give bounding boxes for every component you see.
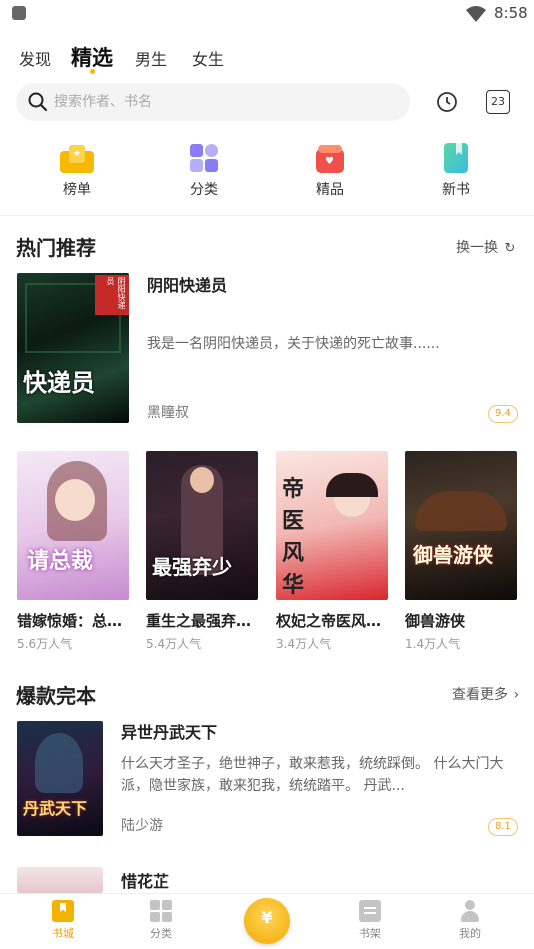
featured-book-score: 9.4 xyxy=(488,405,518,423)
grid-book-cover[interactable]: 请总裁 xyxy=(17,451,129,600)
top-tabs: 发现 精选 男生 女生 xyxy=(0,42,534,78)
bottom-tab-bookstore[interactable]: 书城 xyxy=(33,900,93,941)
grid-book-popularity: 3.4万人气 xyxy=(276,637,332,651)
bookstore-icon xyxy=(52,900,74,922)
wifi-icon xyxy=(466,6,486,22)
ranking-icon: ★ xyxy=(60,143,94,173)
chevron-right-icon: › xyxy=(513,687,520,703)
complete-book-cover[interactable] xyxy=(17,867,103,893)
complete-book-title[interactable]: 异世丹武天下 xyxy=(121,719,217,743)
grid-book-title[interactable]: 重生之最强弃… xyxy=(146,610,258,631)
refresh-button[interactable]: 换一换 ↻ xyxy=(456,237,515,257)
complete-book-cover[interactable]: 丹武天下 xyxy=(17,721,103,836)
grid-book-cover[interactable]: 御兽游侠 xyxy=(405,451,517,600)
complete-book-score: 8.1 xyxy=(488,818,518,836)
shortcut-category[interactable]: 分类 xyxy=(164,143,244,199)
grid-book-title[interactable]: 御兽游侠 xyxy=(405,610,517,631)
category-icon xyxy=(187,143,221,173)
bonus-coin-button[interactable]: ¥ xyxy=(244,898,290,944)
featured-book-cover[interactable]: 快递员 阴阳快递员 xyxy=(17,273,129,423)
grid-book-cover[interactable]: 帝医风华 xyxy=(276,451,388,600)
tab-featured[interactable]: 精选 xyxy=(71,42,113,72)
bottom-tab-category[interactable]: 分类 xyxy=(131,900,191,941)
category-shortcuts: ★ 榜单 分类 ♥ 精品 新书 xyxy=(0,143,534,203)
grid-book-title[interactable]: 错嫁惊婚：总… xyxy=(17,610,129,631)
grid-book-title[interactable]: 权妃之帝医风… xyxy=(276,610,388,631)
bottom-tab-profile[interactable]: 我的 xyxy=(440,900,500,941)
grid-book-popularity: 1.4万人气 xyxy=(405,637,461,651)
featured-book-author: 黑瞳叔 xyxy=(147,405,189,421)
search-icon xyxy=(28,92,48,112)
bottom-tab-bookshelf[interactable]: 书架 xyxy=(340,900,400,941)
tab-male[interactable]: 男生 xyxy=(135,46,167,70)
category-grid-icon xyxy=(150,900,172,922)
search-bar[interactable] xyxy=(16,83,410,121)
featured-book-desc: 我是一名阴阳快递员，关于快递的死亡故事...... xyxy=(147,336,440,352)
complete-book-title[interactable]: 惜花芷 xyxy=(121,868,169,892)
featured-book-title[interactable]: 阴阳快递员 xyxy=(147,272,227,296)
shortcut-ranking[interactable]: ★ 榜单 xyxy=(37,143,117,199)
search-input[interactable] xyxy=(54,83,394,121)
calendar-day: 23 xyxy=(491,95,505,108)
bookshelf-icon xyxy=(359,900,381,922)
grid-book-popularity: 5.6万人气 xyxy=(17,637,73,651)
user-icon xyxy=(459,900,481,922)
grid-book-popularity: 5.4万人气 xyxy=(146,637,202,651)
clock: 8:58 xyxy=(494,4,528,22)
shortcut-premium[interactable]: ♥ 精品 xyxy=(290,143,370,199)
section-divider xyxy=(0,215,534,216)
complete-book-author: 陆少游 xyxy=(121,818,163,834)
history-icon[interactable] xyxy=(435,90,459,114)
grid-book-cover[interactable]: 最强弃少 xyxy=(146,451,258,600)
shortcut-new-books[interactable]: 新书 xyxy=(416,143,496,199)
active-tab-indicator xyxy=(90,69,95,74)
new-book-icon xyxy=(439,143,473,173)
hot-section-title: 热门推荐 xyxy=(16,236,96,260)
tab-female[interactable]: 女生 xyxy=(192,46,224,70)
notification-icon xyxy=(12,6,26,20)
coin-icon: ¥ xyxy=(261,908,273,927)
premium-gift-icon: ♥ xyxy=(313,143,347,173)
see-more-button[interactable]: 查看更多 › xyxy=(452,684,519,704)
refresh-icon: ↻ xyxy=(504,241,516,256)
tab-discover[interactable]: 发现 xyxy=(19,46,51,70)
complete-book-desc: 什么天才圣子，绝世神子，敢来惹我，统统踩倒。 什么大门大派，隐世家族，敢来犯我，… xyxy=(121,756,504,794)
calendar-icon[interactable]: 23 xyxy=(486,90,510,114)
complete-section-title: 爆款完本 xyxy=(16,684,96,708)
status-bar: 8:58 xyxy=(0,0,534,28)
